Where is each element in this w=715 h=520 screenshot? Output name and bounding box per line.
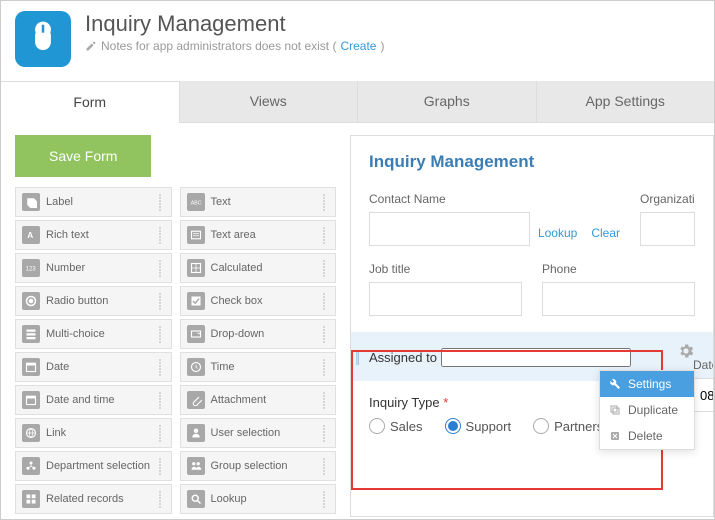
lookup-link[interactable]: Lookup [538, 226, 577, 240]
tab-graphs[interactable]: Graphs [357, 81, 536, 122]
date-label: Date [693, 358, 714, 372]
delete-icon [608, 429, 622, 443]
lookup-icon [187, 490, 205, 508]
label-icon [22, 193, 40, 211]
tab-views[interactable]: Views [179, 81, 358, 122]
tab-app-settings[interactable]: App Settings [536, 81, 715, 122]
contact-name-input[interactable] [369, 212, 530, 246]
phone-label: Phone [542, 262, 695, 276]
check-box-icon [187, 292, 205, 310]
svg-text:A: A [27, 231, 33, 240]
related-records-icon [22, 490, 40, 508]
palette-date-and-time[interactable]: Date and time [15, 385, 172, 415]
palette-calculated[interactable]: Calculated [180, 253, 337, 283]
palette-number[interactable]: 123Number [15, 253, 172, 283]
phone-input[interactable] [542, 282, 695, 316]
radio-sales[interactable]: Sales [369, 418, 423, 434]
calculated-icon [187, 259, 205, 277]
assigned-to-block[interactable]: || Assigned to Settings Duplicate [351, 332, 713, 381]
palette-department-selection[interactable]: Department selection [15, 451, 172, 481]
jobtitle-input[interactable] [369, 282, 522, 316]
number-icon: 123 [22, 259, 40, 277]
form-title: Inquiry Management [369, 152, 695, 172]
form-sidebar: Save Form Label ABCText ARich text Text are… [1, 123, 346, 517]
inquiry-type-label: Inquiry Type * [369, 395, 448, 410]
link-icon [22, 424, 40, 442]
date-and-time-icon [22, 391, 40, 409]
save-form-button[interactable]: Save Form [15, 135, 151, 177]
time-icon [187, 358, 205, 376]
assigned-to-label: Assigned to [369, 350, 437, 365]
palette-lookup[interactable]: Lookup [180, 484, 337, 514]
palette-date[interactable]: Date [15, 352, 172, 382]
contact-name-label: Contact Name [369, 192, 620, 206]
drop-down-icon [187, 325, 205, 343]
date-input[interactable] [693, 378, 714, 412]
palette-attachment[interactable]: Attachment [180, 385, 337, 415]
palette-check-box[interactable]: Check box [180, 286, 337, 316]
menu-duplicate[interactable]: Duplicate [600, 397, 694, 423]
page-title: Inquiry Management [85, 11, 384, 37]
palette-related-records[interactable]: Related records [15, 484, 172, 514]
user-selection-icon [187, 424, 205, 442]
menu-delete[interactable]: Delete [600, 423, 694, 449]
text-area-icon [187, 226, 205, 244]
tab-bar: Form Views Graphs App Settings [1, 81, 714, 123]
palette-group-selection[interactable]: Group selection [180, 451, 337, 481]
organization-input[interactable] [640, 212, 695, 246]
date-icon [22, 358, 40, 376]
rich-text-icon: A [22, 226, 40, 244]
clear-link[interactable]: Clear [591, 226, 620, 240]
radio-button-icon [22, 292, 40, 310]
svg-text:ABC: ABC [190, 200, 201, 206]
app-icon [15, 11, 71, 67]
group-selection-icon [187, 457, 205, 475]
menu-settings[interactable]: Settings [600, 371, 694, 397]
svg-text:123: 123 [26, 266, 37, 272]
create-notes-link[interactable]: Create [340, 39, 376, 53]
department-selection-icon [22, 457, 40, 475]
wrench-icon [608, 377, 622, 391]
text-icon: ABC [187, 193, 205, 211]
palette-drop-down[interactable]: Drop-down [180, 319, 337, 349]
radio-support[interactable]: Support [445, 418, 512, 434]
palette-time[interactable]: Time [180, 352, 337, 382]
palette-text[interactable]: ABCText [180, 187, 337, 217]
pencil-icon [85, 40, 97, 52]
admin-notes-subtitle: Notes for app administrators does not ex… [85, 39, 384, 53]
palette-multi-choice[interactable]: Multi-choice [15, 319, 172, 349]
duplicate-icon [608, 403, 622, 417]
assigned-to-input[interactable] [441, 348, 631, 367]
multi-choice-icon [22, 325, 40, 343]
palette-link[interactable]: Link [15, 418, 172, 448]
palette-label[interactable]: Label [15, 187, 172, 217]
palette-rich-text[interactable]: ARich text [15, 220, 172, 250]
jobtitle-label: Job title [369, 262, 522, 276]
palette-radio-button[interactable]: Radio button [15, 286, 172, 316]
drag-handle-icon[interactable]: || [355, 349, 358, 365]
attachment-icon [187, 391, 205, 409]
field-context-menu: Settings Duplicate Delete [599, 370, 695, 450]
palette-text-area[interactable]: Text area [180, 220, 337, 250]
palette-user-selection[interactable]: User selection [180, 418, 337, 448]
form-preview: Inquiry Management Contact Name Lookup C… [350, 135, 714, 517]
tab-form[interactable]: Form [1, 81, 179, 123]
organization-label: Organization [640, 192, 695, 206]
